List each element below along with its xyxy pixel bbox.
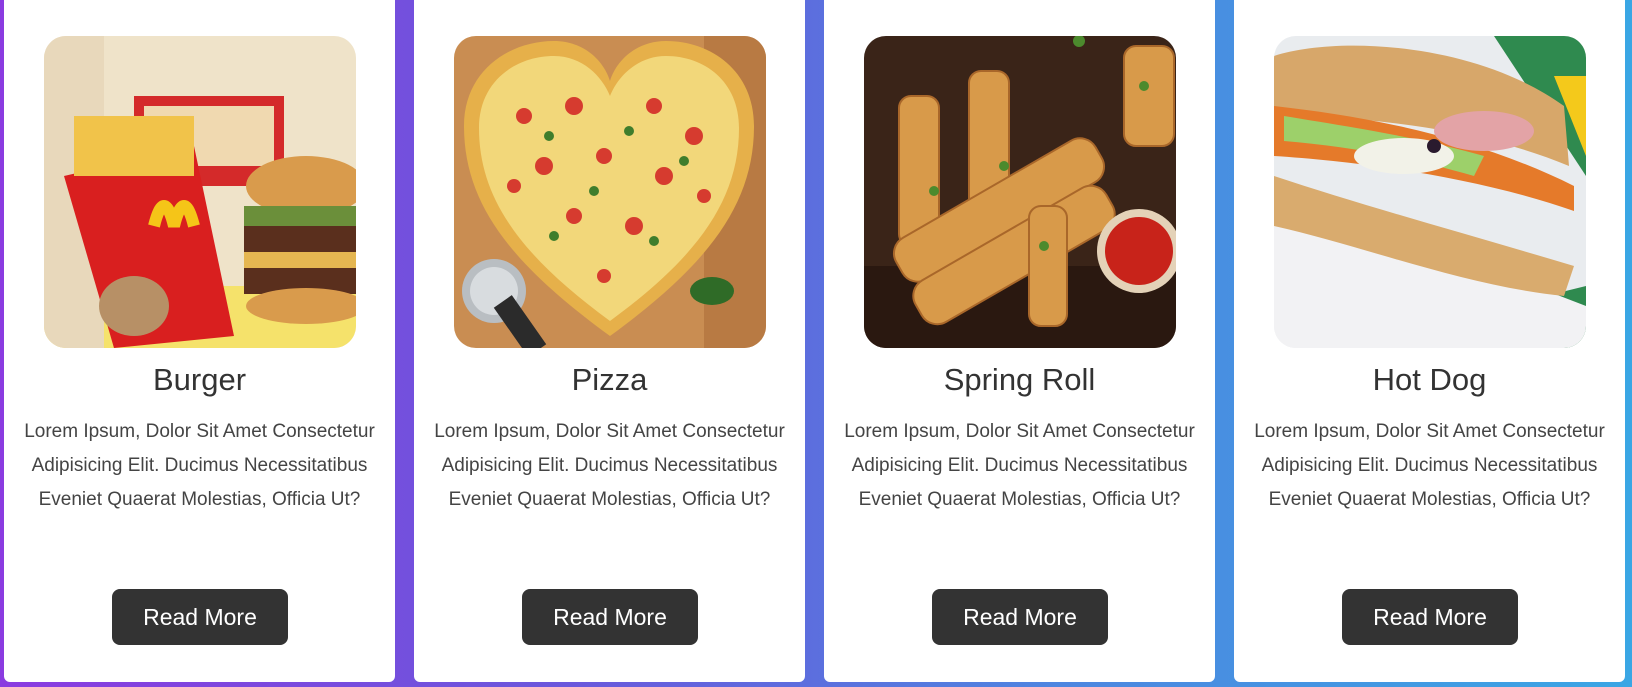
food-card-pizza: Pizza Lorem Ipsum, Dolor Sit Amet Consec… — [414, 0, 805, 682]
card-title: Spring Roll — [943, 362, 1096, 397]
card-title: Pizza — [571, 362, 648, 397]
card-title: Hot Dog — [1372, 362, 1487, 397]
card-title: Burger — [152, 362, 247, 397]
heart-pizza-image — [454, 36, 766, 348]
read-more-button[interactable]: Read More — [522, 589, 698, 645]
read-more-button[interactable]: Read More — [932, 589, 1108, 645]
burger-fries-image — [44, 36, 356, 348]
food-card-hot-dog: Hot Dog Lorem Ipsum, Dolor Sit Amet Cons… — [1234, 0, 1625, 682]
food-card-spring-roll: Spring Roll Lorem Ipsum, Dolor Sit Amet … — [824, 0, 1215, 682]
spring-rolls-image — [864, 36, 1176, 348]
card-description: Lorem Ipsum, Dolor Sit Amet Consectetur … — [1254, 421, 1605, 510]
read-more-button[interactable]: Read More — [112, 589, 288, 645]
card-description: Lorem Ipsum, Dolor Sit Amet Consectetur … — [844, 421, 1195, 510]
read-more-button[interactable]: Read More — [1342, 589, 1518, 645]
food-card-burger: Burger Lorem Ipsum, Dolor Sit Amet Conse… — [4, 0, 395, 682]
card-description: Lorem Ipsum, Dolor Sit Amet Consectetur … — [24, 421, 375, 510]
card-description: Lorem Ipsum, Dolor Sit Amet Consectetur … — [434, 421, 785, 510]
sub-sandwich-image — [1274, 36, 1586, 348]
